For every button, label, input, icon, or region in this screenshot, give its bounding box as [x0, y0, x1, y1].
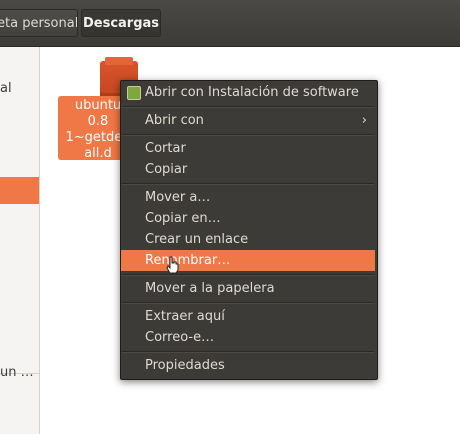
- menu-item-extract-here[interactable]: Extraer aquí: [121, 306, 375, 327]
- chevron-right-icon: ›: [361, 113, 367, 128]
- sidebar-item-label[interactable]: al: [0, 81, 12, 96]
- menu-item-move-to-trash[interactable]: Mover a la papelera: [121, 278, 375, 299]
- menu-separator: [122, 134, 374, 136]
- pathbar-home-button[interactable]: eta personal: [0, 9, 78, 37]
- menu-item-copy[interactable]: Copiar: [121, 159, 375, 180]
- menu-item-rename[interactable]: Renombrar…: [121, 250, 375, 271]
- menu-separator: [122, 351, 374, 353]
- menu-separator: [122, 106, 374, 108]
- menu-item-label: Abrir con: [145, 113, 204, 128]
- sidebar-item-label[interactable]: un …: [0, 365, 34, 380]
- menu-item-move-to[interactable]: Mover a…: [121, 187, 375, 208]
- pathbar: eta personal Descargas: [0, 0, 460, 47]
- menu-item-email[interactable]: Correo-e…: [121, 327, 375, 348]
- pathbar-current-button[interactable]: Descargas: [81, 9, 161, 37]
- sidebar-item-selected[interactable]: [0, 177, 39, 204]
- context-menu: Abrir con Instalación de software Abrir …: [120, 80, 378, 380]
- menu-item-open-with[interactable]: Abrir con ›: [121, 110, 375, 131]
- menu-item-create-link[interactable]: Crear un enlace: [121, 229, 375, 250]
- sidebar: al un …: [0, 47, 40, 434]
- menu-separator: [122, 183, 374, 185]
- software-center-icon: [127, 86, 141, 100]
- menu-item-copy-to[interactable]: Copiar en…: [121, 208, 375, 229]
- menu-item-open-with-software[interactable]: Abrir con Instalación de software: [121, 82, 375, 103]
- menu-item-properties[interactable]: Propiedades: [121, 355, 375, 376]
- hand-cursor-icon: [166, 256, 179, 274]
- menu-separator: [122, 274, 374, 276]
- menu-item-label: Abrir con Instalación de software: [145, 85, 359, 100]
- menu-item-cut[interactable]: Cortar: [121, 138, 375, 159]
- menu-separator: [122, 302, 374, 304]
